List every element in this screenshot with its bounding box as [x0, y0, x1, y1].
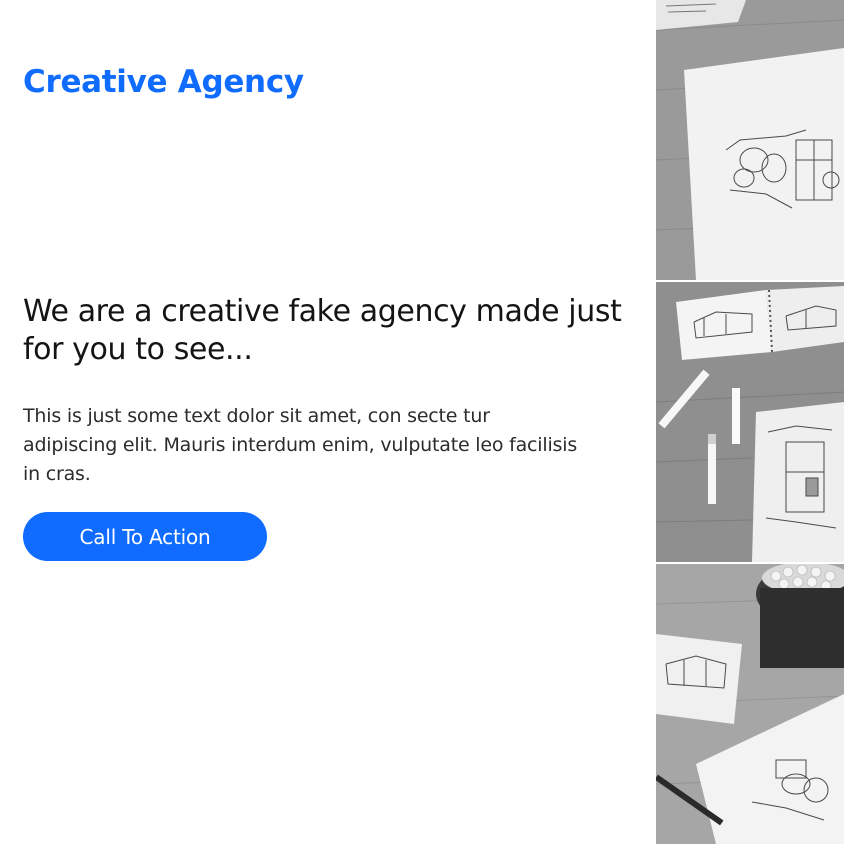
hero-description: This is just some text dolor sit amet, c… — [23, 405, 578, 485]
image-gallery — [656, 0, 844, 844]
call-to-action-button[interactable]: Call To Action — [23, 512, 267, 561]
hero-headline: We are a creative fake agency made just … — [23, 294, 622, 367]
brand-logo[interactable]: Creative Agency — [23, 64, 304, 100]
gallery-image-sketchbook — [656, 282, 844, 562]
landing-page: Creative Agency We are a creative fake a… — [0, 0, 844, 844]
gallery-image-marker-cup — [656, 564, 844, 844]
gallery-image-sketch-sheet — [656, 0, 844, 280]
